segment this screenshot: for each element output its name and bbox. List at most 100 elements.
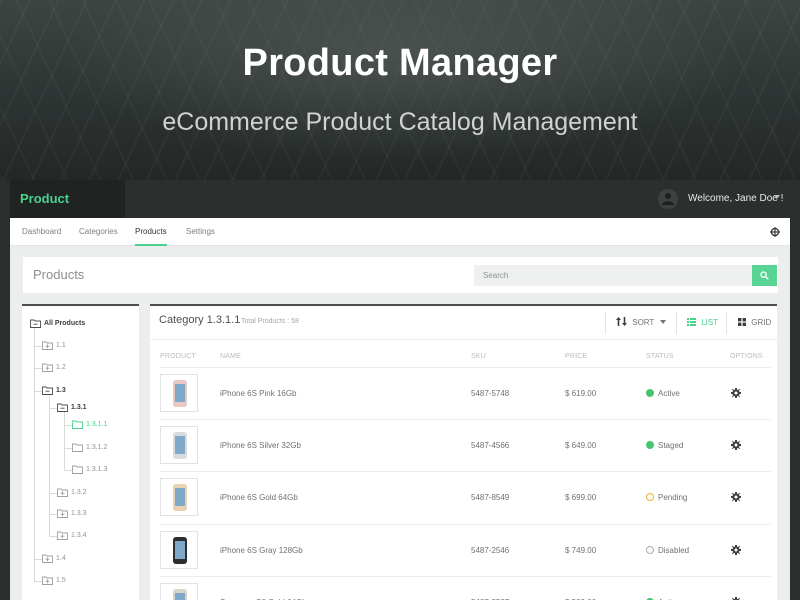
folder-minus-icon[interactable]	[42, 386, 53, 395]
tree-item-label: 1.3.4	[71, 532, 87, 539]
brand-logo[interactable]: Product Manager	[10, 180, 125, 244]
table-row[interactable]: iPhone 6S Gold 64Gb 5487-8549 $ 699.00 Pend…	[159, 471, 771, 523]
sort-label: SORT	[632, 318, 655, 327]
tab-settings[interactable]: Settings	[186, 218, 215, 246]
product-price: $ 649.00	[565, 441, 597, 450]
user-avatar[interactable]	[658, 189, 678, 209]
category-title: Category 1.3.1.1	[159, 314, 241, 326]
phone-screen	[175, 541, 185, 559]
product-name[interactable]: iPhone 6S Silver 32Gb	[220, 420, 301, 472]
products-header-panel: Products	[23, 257, 778, 293]
folder-icon[interactable]	[72, 443, 83, 452]
status-filled-icon	[646, 441, 654, 449]
folder-plus-icon[interactable]	[57, 509, 68, 518]
tree-connector	[34, 559, 42, 560]
table-row[interactable]: iPhone 6S Pink 16Gb 5487-5748 $ 619.00 Acti…	[159, 367, 771, 419]
folder-plus-icon[interactable]	[57, 531, 68, 540]
check-icon	[647, 396, 653, 401]
tree-connector	[49, 536, 57, 537]
tree-connector	[49, 493, 57, 494]
total-products-label: Total Products : 58	[241, 318, 299, 325]
folder-plus-icon[interactable]	[57, 488, 68, 497]
column-header-sku[interactable]: SKU	[471, 353, 486, 360]
product-price: $ 619.00	[565, 389, 597, 398]
chevron-down-icon	[660, 320, 667, 324]
sort-button[interactable]: SORT	[616, 312, 667, 334]
product-thumbnail[interactable]	[160, 583, 198, 600]
product-sku: 5487-2546	[471, 546, 510, 555]
search-input[interactable]	[474, 265, 752, 286]
product-thumbnail[interactable]	[160, 531, 198, 569]
table-row[interactable]: Samsung S6 Gold 64Gb 5487-2587 $ 589.00 Act…	[159, 576, 771, 600]
top-bar: Product Manager Welcome, Jane Doe !	[10, 180, 790, 244]
folder-minus-icon[interactable]	[30, 319, 41, 328]
product-thumbnail[interactable]	[160, 426, 198, 464]
product-thumbnail[interactable]	[160, 478, 198, 516]
column-header-product[interactable]: PRODUCT	[160, 353, 196, 360]
tree-connector	[34, 391, 42, 392]
column-header-status[interactable]: STATUS	[646, 353, 674, 360]
column-header-price[interactable]: PRICE	[565, 353, 587, 360]
folder-icon[interactable]	[72, 465, 83, 474]
product-name[interactable]: iPhone 6S Pink 16Gb	[220, 368, 297, 420]
product-name[interactable]: iPhone 6S Gray 128Gb	[220, 525, 303, 577]
product-sku: 5487-5748	[471, 389, 510, 398]
tree-connector	[34, 368, 42, 369]
gear-icon[interactable]	[731, 388, 741, 398]
product-name[interactable]: Samsung S6 Gold 64Gb	[220, 577, 307, 600]
product-price: $ 589.00	[565, 577, 596, 600]
welcome-text[interactable]: Welcome, Jane Doe !	[688, 180, 783, 218]
hero-banner: Product Manager eCommerce Product Catalo…	[0, 0, 800, 180]
tree-connector	[49, 408, 57, 409]
product-sku: 5487-8549	[471, 493, 510, 502]
list-icon	[687, 318, 696, 326]
tab-dashboard[interactable]: Dashboard	[22, 218, 61, 246]
gear-icon[interactable]	[731, 440, 741, 450]
tree-connector	[49, 514, 57, 515]
gear-icon[interactable]	[731, 492, 741, 502]
toolbar-separator	[150, 339, 777, 340]
folder-plus-icon[interactable]	[42, 363, 53, 372]
user-icon	[662, 193, 674, 205]
status-label: Pending	[658, 493, 688, 502]
tree-item-label: 1.3.1.1	[86, 421, 108, 428]
tree-connector	[64, 470, 72, 471]
list-view-button[interactable]: LIST	[687, 312, 718, 334]
tree-item-label: 1.3.1.2	[86, 444, 108, 451]
status-label: Active	[658, 577, 680, 600]
tree-item-label: 1.3.1	[71, 404, 87, 411]
toolbar-divider	[726, 312, 727, 334]
product-name[interactable]: iPhone 6S Gold 64Gb	[220, 472, 298, 524]
tree-item-label: 1.5	[56, 577, 66, 584]
search-button[interactable]	[752, 265, 777, 286]
product-thumbnail[interactable]	[160, 374, 198, 412]
toolbar-divider	[676, 312, 677, 334]
column-header-name[interactable]: NAME	[220, 353, 241, 360]
tab-categories[interactable]: Categories	[79, 218, 118, 246]
product-price: $ 699.00	[565, 493, 597, 502]
user-menu-caret-icon[interactable]	[774, 195, 780, 199]
status-label: Staged	[658, 441, 684, 450]
folder-plus-icon[interactable]	[42, 341, 53, 350]
tree-item-label: 1.3.3	[71, 510, 87, 517]
grid-label: GRID	[751, 318, 772, 327]
tree-item-label: All Products	[44, 320, 86, 327]
nav-bar: Dashboard Categories Products Settings	[10, 218, 790, 246]
hero-title: Product Manager	[242, 42, 558, 84]
folder-plus-icon[interactable]	[42, 576, 53, 585]
grid-view-button[interactable]: GRID	[738, 312, 771, 334]
folder-icon[interactable]	[72, 420, 83, 429]
category-tree: All Products 1.1 1.2 1.3 1.3.1 1.3.1.1 1.3.1.2…	[22, 304, 139, 600]
tree-item-label: 1.3	[56, 387, 66, 394]
product-table-panel: Category 1.3.1.1 Total Products : 58 SOR…	[150, 304, 777, 600]
status-label: Active	[658, 389, 680, 398]
table-row[interactable]: iPhone 6S Silver 32Gb 5487-4566 $ 649.00 St…	[159, 419, 771, 471]
folder-plus-icon[interactable]	[42, 554, 53, 563]
gear-icon[interactable]	[731, 545, 741, 555]
folder-minus-icon[interactable]	[57, 403, 68, 412]
phone-image	[173, 380, 187, 407]
crosshair-icon[interactable]	[770, 227, 780, 237]
page-title: Products	[33, 267, 85, 282]
tab-products[interactable]: Products	[135, 218, 167, 246]
table-row[interactable]: iPhone 6S Gray 128Gb 5487-2546 $ 749.00 Dis…	[159, 524, 771, 576]
